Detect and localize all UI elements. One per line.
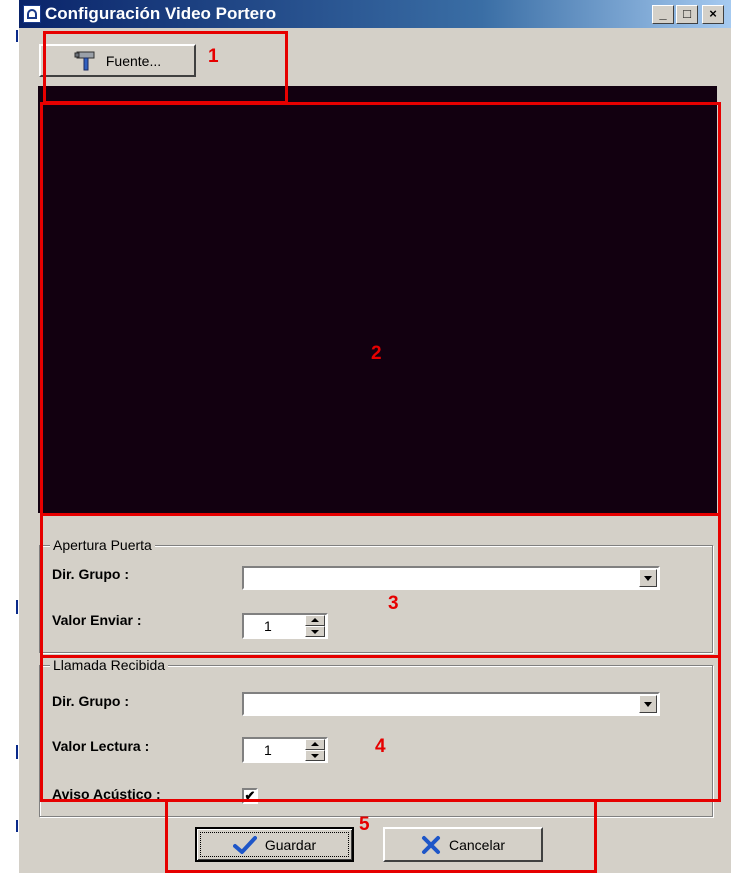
read-value-stepper[interactable]: 1 [242,737,328,763]
cancel-button[interactable]: Cancelar [383,827,543,862]
close-button[interactable]: × [702,5,724,24]
edge-marker [16,600,18,614]
acoustic-alert-checkbox[interactable]: ✔ [242,788,258,804]
source-button-label: Fuente... [105,52,162,69]
minimize-button[interactable]: _ [652,5,674,24]
acoustic-alert-label: Aviso Acústico : [52,786,161,802]
edge-marker [16,30,18,42]
edge-marker [16,745,18,759]
send-value-stepper[interactable]: 1 [242,613,328,639]
hammer-icon [74,51,95,70]
call-group-label: Dir. Grupo : [52,693,129,709]
annotation-number-1: 1 [208,46,219,67]
save-button-label: Guardar [264,836,317,853]
cancel-button-label: Cancelar [448,836,506,853]
read-value-label: Valor Lectura : [52,738,150,754]
door-opening-group: Apertura Puerta Dir. Grupo : Valor Envia… [39,537,713,653]
save-button[interactable]: Guardar [195,827,354,862]
x-icon [421,835,440,854]
call-group-select[interactable] [242,692,660,716]
send-value-label: Valor Enviar : [52,612,142,628]
video-doorbell-config-window: Configuración Video Portero _ □ × Fuente… [19,0,731,873]
annotation-number-4: 4 [375,736,386,757]
source-button[interactable]: Fuente... [39,44,196,77]
window-title: Configuración Video Portero [45,4,277,23]
send-value: 1 [264,618,272,634]
door-opening-legend: Apertura Puerta [50,537,155,553]
maximize-button[interactable]: □ [676,5,698,24]
annotation-number-5: 5 [359,814,370,835]
read-value: 1 [264,742,272,758]
stepper-up-icon[interactable] [305,739,325,750]
door-group-select[interactable] [242,566,660,590]
edge-marker [16,820,18,832]
app-icon [23,5,41,23]
annotation-number-3: 3 [388,593,399,614]
stepper-up-icon[interactable] [305,615,325,626]
stepper-down-icon[interactable] [305,750,325,761]
door-group-label: Dir. Grupo : [52,566,129,582]
checkmark-icon [232,835,257,854]
incoming-call-legend: Llamada Recibida [50,657,169,673]
annotation-number-2: 2 [371,343,382,364]
chevron-down-icon[interactable] [639,569,657,587]
chevron-down-icon[interactable] [639,695,657,713]
video-preview [38,86,717,513]
desktop-edge [0,0,19,873]
stepper-down-icon[interactable] [305,626,325,637]
title-bar[interactable]: Configuración Video Portero _ □ × [19,0,731,28]
